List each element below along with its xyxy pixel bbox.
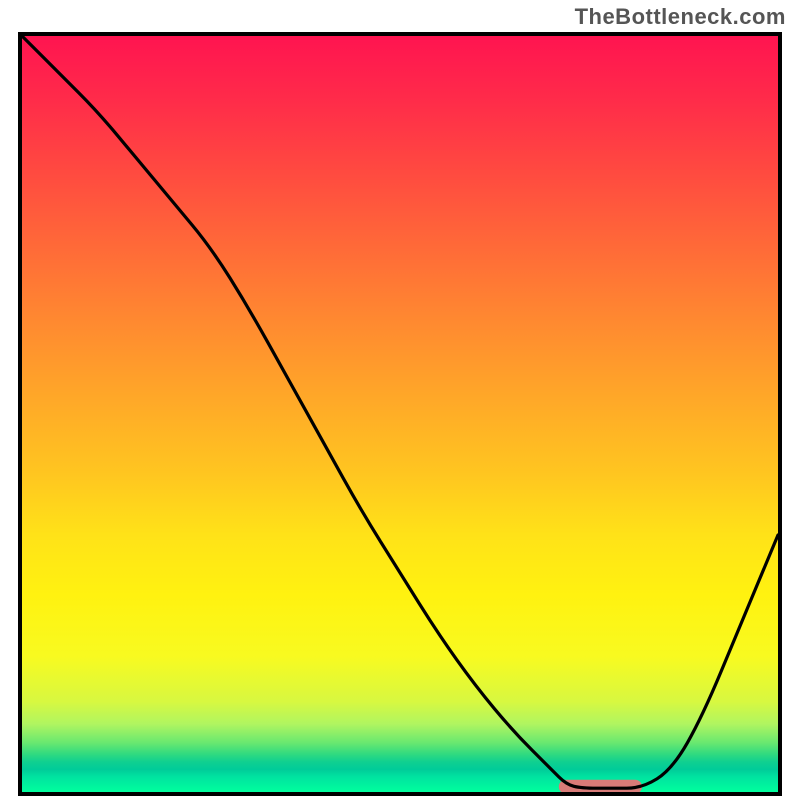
plot-overlay (22, 36, 778, 792)
optimal-range-marker (559, 780, 642, 792)
watermark-text: TheBottleneck.com (575, 4, 786, 30)
plot-area (18, 32, 782, 796)
bottleneck-curve (22, 36, 778, 788)
chart-stage: TheBottleneck.com (0, 0, 800, 800)
